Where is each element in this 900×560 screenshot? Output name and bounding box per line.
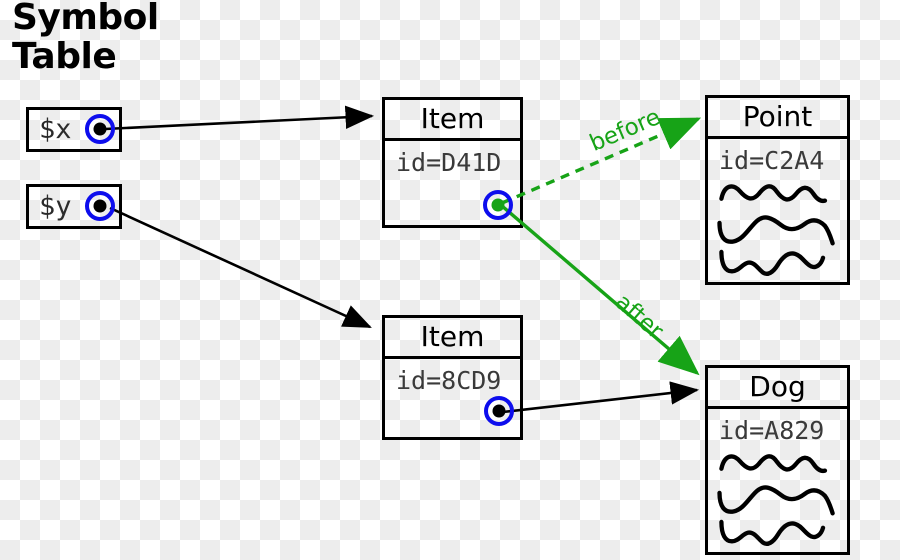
pointer-dot-item1-slot bbox=[483, 190, 513, 220]
edge-y-to-item2 bbox=[109, 206, 372, 329]
edge-item1-to-dog-after bbox=[500, 204, 700, 376]
pointer-dot-y bbox=[85, 191, 115, 221]
diagram-canvas: Symbol Table $x $y Item id=D41D Item id=… bbox=[0, 0, 900, 560]
edge-x-to-item1 bbox=[104, 105, 375, 131]
edge-item2-to-dog bbox=[502, 381, 700, 414]
diagram-edges-layer bbox=[85, 105, 702, 426]
